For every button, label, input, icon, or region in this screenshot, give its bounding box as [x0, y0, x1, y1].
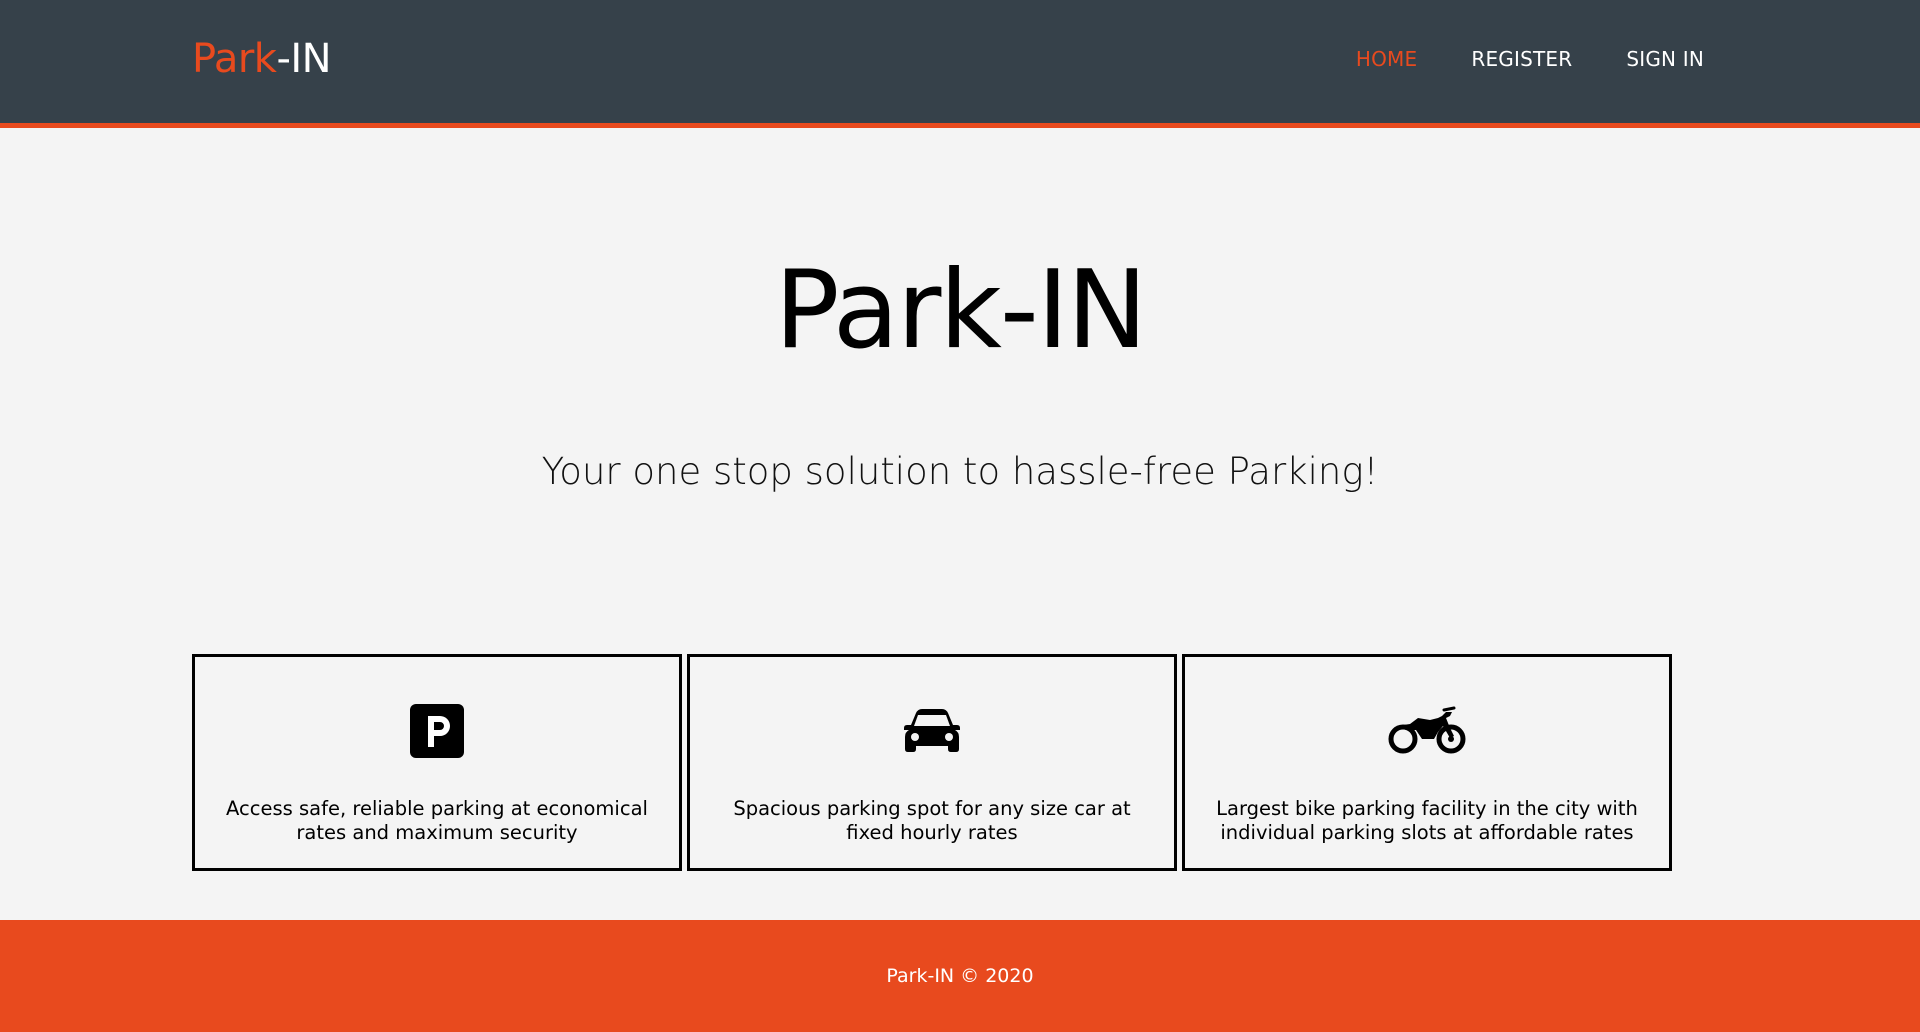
nav-sign-in-link[interactable]: SIGN IN [1626, 47, 1704, 71]
top-navbar: Park-IN HOME REGISTER SIGN IN [0, 0, 1920, 128]
nav-register-link[interactable]: REGISTER [1471, 47, 1572, 71]
feature-card-bike: Largest bike parking facility in the cit… [1182, 654, 1672, 871]
page: Park-IN HOME REGISTER SIGN IN Park-IN Yo… [0, 0, 1920, 1032]
nav-home-link[interactable]: HOME [1356, 47, 1417, 71]
motorcycle-icon [1388, 703, 1466, 759]
features-section: Access safe, reliable parking at economi… [192, 654, 1672, 871]
footer-copyright: Park-IN © 2020 [886, 965, 1034, 987]
feature-card-parking: Access safe, reliable parking at economi… [192, 654, 682, 871]
feature-card-car: Spacious parking spot for any size car a… [687, 654, 1177, 871]
car-icon [902, 703, 962, 759]
feature-text-car: Spacious parking spot for any size car a… [733, 797, 1131, 844]
hero-title: Park-IN [774, 248, 1147, 373]
feature-text-bike: Largest bike parking facility in the cit… [1216, 797, 1638, 844]
feature-text-parking: Access safe, reliable parking at economi… [226, 797, 648, 844]
main-nav: HOME REGISTER SIGN IN [1356, 47, 1704, 71]
logo-rest-text: -IN [276, 36, 332, 82]
footer: Park-IN © 2020 [0, 920, 1920, 1032]
brand-logo[interactable]: Park-IN [192, 36, 332, 82]
logo-accent-text: Park [192, 36, 277, 82]
hero-subtitle: Your one stop solution to hassle-free Pa… [541, 450, 1379, 493]
parking-icon [410, 703, 464, 759]
